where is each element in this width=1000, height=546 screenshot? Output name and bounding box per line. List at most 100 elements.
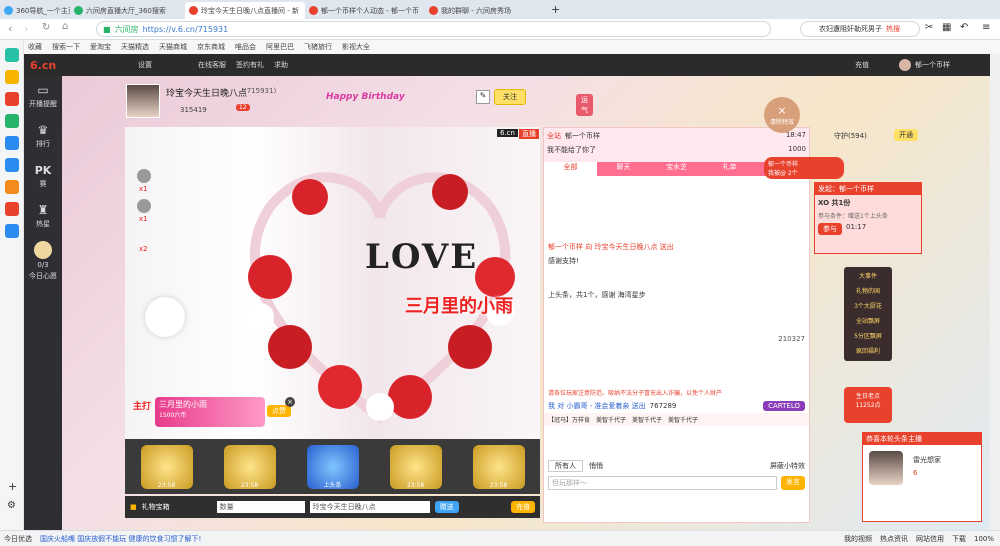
screen-lock-toggle[interactable]: 屏蔽小特效 — [770, 461, 805, 471]
side-nav-item[interactable]: ♜ 热星 — [24, 196, 62, 236]
new-tab-plus-icon[interactable]: + — [551, 3, 560, 16]
close-icon[interactable]: × — [285, 397, 295, 407]
follow-button[interactable]: 关注 — [494, 89, 526, 105]
side-nav-item[interactable]: ▭ 开播提醒 — [24, 76, 62, 116]
luck-button[interactable]: 运气 — [576, 94, 593, 116]
sidebar-settings-icon[interactable]: ⚙ — [7, 500, 16, 511]
bookmark-item[interactable]: 收藏 — [28, 42, 42, 52]
video-player[interactable]: LOVE 三月里的小雨 6.cn 直播 x1 x1 x2 主打 三月里的小雨 1… — [125, 127, 540, 439]
chat-tab[interactable]: 宝水芝 — [650, 162, 703, 176]
share-icon[interactable]: ✎ — [476, 90, 490, 104]
gift-item-headline[interactable]: 上头条 — [306, 444, 359, 489]
sidebar-app-icon[interactable] — [4, 136, 19, 150]
user-name[interactable]: 郁一个币样 — [915, 60, 950, 70]
event-menu-item[interactable]: 大事件 — [844, 269, 892, 284]
whisper-checkbox[interactable]: 悄悄 — [589, 461, 603, 471]
chat-tab[interactable]: 全部 — [544, 162, 597, 176]
event-menu-item[interactable]: 5分区飘屏 — [844, 329, 892, 344]
gift-item[interactable]: 23:58 — [140, 444, 193, 489]
gift-item[interactable]: 23:58 — [389, 444, 442, 489]
sidebar-app-icon[interactable] — [4, 202, 19, 216]
scissors-icon[interactable]: ✂ — [925, 22, 933, 33]
footer-news[interactable]: 国庆火船嘴 国庆放假不能玩 健康的饮食习惯了解下! — [40, 534, 340, 544]
menu-icon[interactable]: ≡ — [982, 22, 990, 33]
footer-item[interactable]: 网站信用 — [916, 534, 944, 544]
send-gift-button[interactable]: 赠送 — [434, 501, 459, 513]
announcement: 请各位玩家注意防范、吸纳不法分子冒充出入诈骗，以免个人财产 — [548, 390, 723, 397]
event-menu-item[interactable]: 礼物的国 — [844, 284, 892, 299]
birthday-star[interactable]: 生日老点 11252点 — [844, 387, 892, 423]
bookmark-item[interactable]: 天猫精选 — [121, 42, 149, 52]
event-menu-item[interactable]: 全站飘屏 — [844, 314, 892, 329]
page-scrollbar[interactable] — [990, 54, 1000, 530]
zoom-level[interactable]: 100% — [974, 535, 994, 543]
open-guard-button[interactable]: 开通 — [894, 129, 918, 141]
join-button[interactable]: 参与 — [818, 223, 842, 235]
chat-messages: 郁一个币样 向 玲宝今天生日晚八点 送出 感谢支持! 上头条，共1个，感谢 海湾… — [544, 176, 809, 386]
chat-input[interactable]: 但玩那样～ — [548, 476, 777, 490]
site-logo[interactable]: 6.cn — [30, 59, 90, 72]
bookmark-item[interactable]: 阿里巴巴 — [266, 42, 294, 52]
grid-icon[interactable]: ▦ — [942, 22, 951, 33]
nav-link[interactable]: 签约有礼 — [236, 60, 264, 70]
sidebar-app-icon[interactable] — [4, 114, 19, 128]
sidebar-app-icon[interactable] — [4, 92, 19, 106]
like-button[interactable]: 点赞 — [267, 405, 291, 417]
nav-link[interactable]: 在线客服 — [198, 60, 226, 70]
browser-tab[interactable]: 郁一个币样个人动态 - 郁一个币 — [305, 2, 425, 19]
target-field[interactable]: 玲宝今天生日晚八点 — [309, 501, 430, 513]
home-icon[interactable]: ⌂ — [62, 21, 68, 32]
footer-item[interactable]: 我的视频 — [844, 534, 872, 544]
bookmark-item[interactable]: 搜索一下 — [52, 42, 80, 52]
gift-item[interactable]: 23:58 — [472, 444, 525, 489]
clear-effects-button[interactable]: × 清除特效 — [764, 97, 800, 133]
quantity-field[interactable]: 数量 — [216, 501, 305, 513]
forward-icon[interactable]: › — [24, 22, 28, 35]
footer-item[interactable]: 热点资讯 — [880, 534, 908, 544]
sidebar-app-icon[interactable] — [4, 224, 19, 238]
bookmark-item[interactable]: 影视大全 — [342, 42, 370, 52]
user-avatar[interactable] — [899, 59, 911, 71]
back-icon[interactable]: ‹ — [8, 22, 12, 35]
chat-input-row: 但玩那样～ 发言 — [544, 476, 809, 490]
gift-item[interactable]: 23:58 — [223, 444, 276, 489]
sidebar-app-icon[interactable] — [4, 180, 19, 194]
recharge-button[interactable]: 充值 — [511, 501, 535, 513]
event-menu-item[interactable]: 3个大厨花 — [844, 299, 892, 314]
footer-item[interactable]: 今日优选 — [4, 534, 32, 544]
bookmark-item[interactable]: 爱淘宝 — [90, 42, 111, 52]
bookmark-item[interactable]: 京东商城 — [197, 42, 225, 52]
side-nav-item[interactable]: PK 赛 — [24, 156, 62, 196]
audience-select[interactable]: 所有人 — [548, 460, 583, 472]
browser-tab-active[interactable]: 玲宝今天生日晚八点直播间 - 新 — [185, 2, 305, 19]
url-field[interactable]: ■ 六间房 https://v.6.cn/715931 — [96, 21, 771, 37]
side-nav-item[interactable]: ♛ 排行 — [24, 116, 62, 156]
nav-link[interactable]: 求助 — [274, 60, 288, 70]
side-nav-item[interactable]: 0/3 今日心愿 — [24, 236, 62, 286]
chat-tab[interactable]: 礼单 — [703, 162, 756, 176]
recharge-link[interactable]: 充值 — [855, 60, 869, 70]
bookmark-item[interactable]: 唯品会 — [235, 42, 256, 52]
browser-tab[interactable]: 六间房直播大厅_360搜索 — [70, 2, 185, 19]
sidebar-app-icon[interactable] — [4, 48, 19, 62]
headline-promo: 恭喜本轮头条主播 雷光想家 6 — [862, 432, 982, 522]
live-pill[interactable]: 郁一个币样 我被@ 2个 — [764, 157, 844, 179]
sidebar-app-icon[interactable] — [4, 70, 19, 84]
search-box[interactable]: 农妇遭阻奸勒死男子 热搜 — [800, 21, 920, 37]
browser-tab[interactable]: 我的群聊 - 六间房秀场 — [425, 2, 545, 19]
anchor-avatar[interactable] — [126, 84, 160, 118]
sidebar-app-icon[interactable] — [4, 158, 19, 172]
chat-tab[interactable]: 聊天 — [597, 162, 650, 176]
gift-box-label[interactable]: 礼物宝箱 — [142, 502, 212, 512]
browser-tab[interactable]: 360导航_一个主页，整个世界 — [0, 2, 70, 19]
footer-item[interactable]: 下载 — [952, 534, 966, 544]
undo-icon[interactable]: ↶ — [960, 22, 968, 33]
cartelo-button[interactable]: CARTELO — [763, 401, 805, 411]
bookmark-item[interactable]: 飞猪旅行 — [304, 42, 332, 52]
sidebar-add-icon[interactable]: + — [8, 480, 17, 493]
refresh-icon[interactable]: ↻ — [42, 22, 50, 33]
event-menu-item[interactable]: 疯回福利 — [844, 344, 892, 359]
send-message-button[interactable]: 发言 — [781, 476, 805, 490]
settings-button[interactable]: 设置 — [138, 60, 178, 70]
bookmark-item[interactable]: 天猫商城 — [159, 42, 187, 52]
